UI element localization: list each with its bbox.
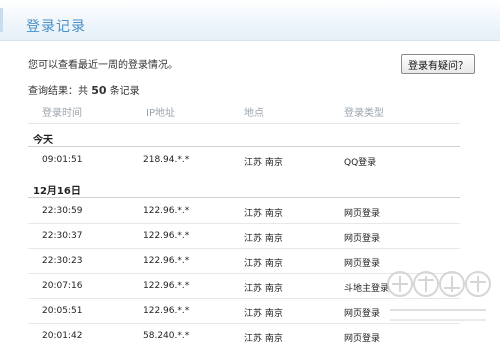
header-divider (28, 123, 460, 124)
result-prefix: 查询结果：共 (28, 86, 88, 97)
cell-time: 22:30:59 (42, 206, 83, 216)
cell-time: 20:01:42 (42, 331, 83, 341)
cell-location: 江苏 南京 (244, 334, 283, 344)
header-accent (0, 8, 3, 32)
result-count: 50 (91, 84, 107, 97)
cell-location: 江苏 南京 (244, 158, 283, 168)
cell-time: 20:05:51 (42, 306, 83, 316)
cell-type: 网页登录 (344, 234, 381, 244)
cell-type: 网页登录 (344, 334, 381, 344)
query-result: 查询结果：共 50 条记录 (28, 82, 140, 97)
page-title: 登录记录 (26, 19, 86, 35)
cell-location: 江苏 南京 (244, 209, 283, 219)
cell-type: 斗地主登录 (344, 284, 390, 294)
column-header-ip: IP地址 (146, 108, 175, 119)
cell-time: 09:01:51 (42, 155, 83, 165)
cell-ip: 58.240.*.* (143, 331, 190, 341)
group-divider (28, 197, 460, 198)
column-header-type: 登录类型 (344, 108, 384, 119)
cell-ip: 122.96.*.* (143, 206, 190, 216)
cell-type: 网页登录 (344, 309, 381, 319)
cell-location: 江苏 南京 (244, 234, 283, 244)
group-label-date: 12月16日 (33, 186, 81, 197)
column-header-time: 登录时间 (42, 108, 82, 119)
cell-time: 22:30:37 (42, 231, 83, 241)
cell-type: QQ登录 (344, 158, 377, 168)
cell-type: 网页登录 (344, 259, 381, 269)
cell-type: 网页登录 (344, 209, 381, 219)
table-row: 20:01:42 58.240.*.* 江苏 南京 网页登录 (28, 324, 460, 349)
cell-ip: 218.94.*.* (143, 155, 190, 165)
cell-location: 江苏 南京 (244, 259, 283, 269)
result-suffix: 条记录 (109, 86, 140, 97)
table-row: 09:01:51 218.94.*.* 江苏 南京 QQ登录 (28, 148, 460, 173)
column-header-location: 地点 (244, 108, 264, 119)
login-question-button[interactable]: 登录有疑问？ (401, 54, 475, 74)
cell-location: 江苏 南京 (244, 284, 283, 294)
cell-time: 22:30:23 (42, 256, 83, 266)
cell-ip: 122.96.*.* (143, 256, 190, 266)
table-row: 20:05:51 122.96.*.* 江苏 南京 网页登录 (28, 299, 460, 324)
table-row: 22:30:59 122.96.*.* 江苏 南京 网页登录 (28, 199, 460, 224)
cell-ip: 122.96.*.* (143, 231, 190, 241)
cell-time: 20:07:16 (42, 281, 83, 291)
group-divider (28, 146, 460, 147)
table-row: 20:07:16 122.96.*.* 江苏 南京 斗地主登录 (28, 274, 460, 299)
cell-location: 江苏 南京 (244, 309, 283, 319)
table-row: 22:30:23 122.96.*.* 江苏 南京 网页登录 (28, 249, 460, 274)
cell-ip: 122.96.*.* (143, 306, 190, 316)
intro-text: 您可以查看最近一周的登录情况。 (28, 60, 178, 71)
group-label-today: 今天 (33, 135, 53, 146)
cell-ip: 122.96.*.* (143, 281, 190, 291)
table-row: 22:30:37 122.96.*.* 江苏 南京 网页登录 (28, 224, 460, 249)
header-bar: 登录记录 (0, 0, 500, 41)
